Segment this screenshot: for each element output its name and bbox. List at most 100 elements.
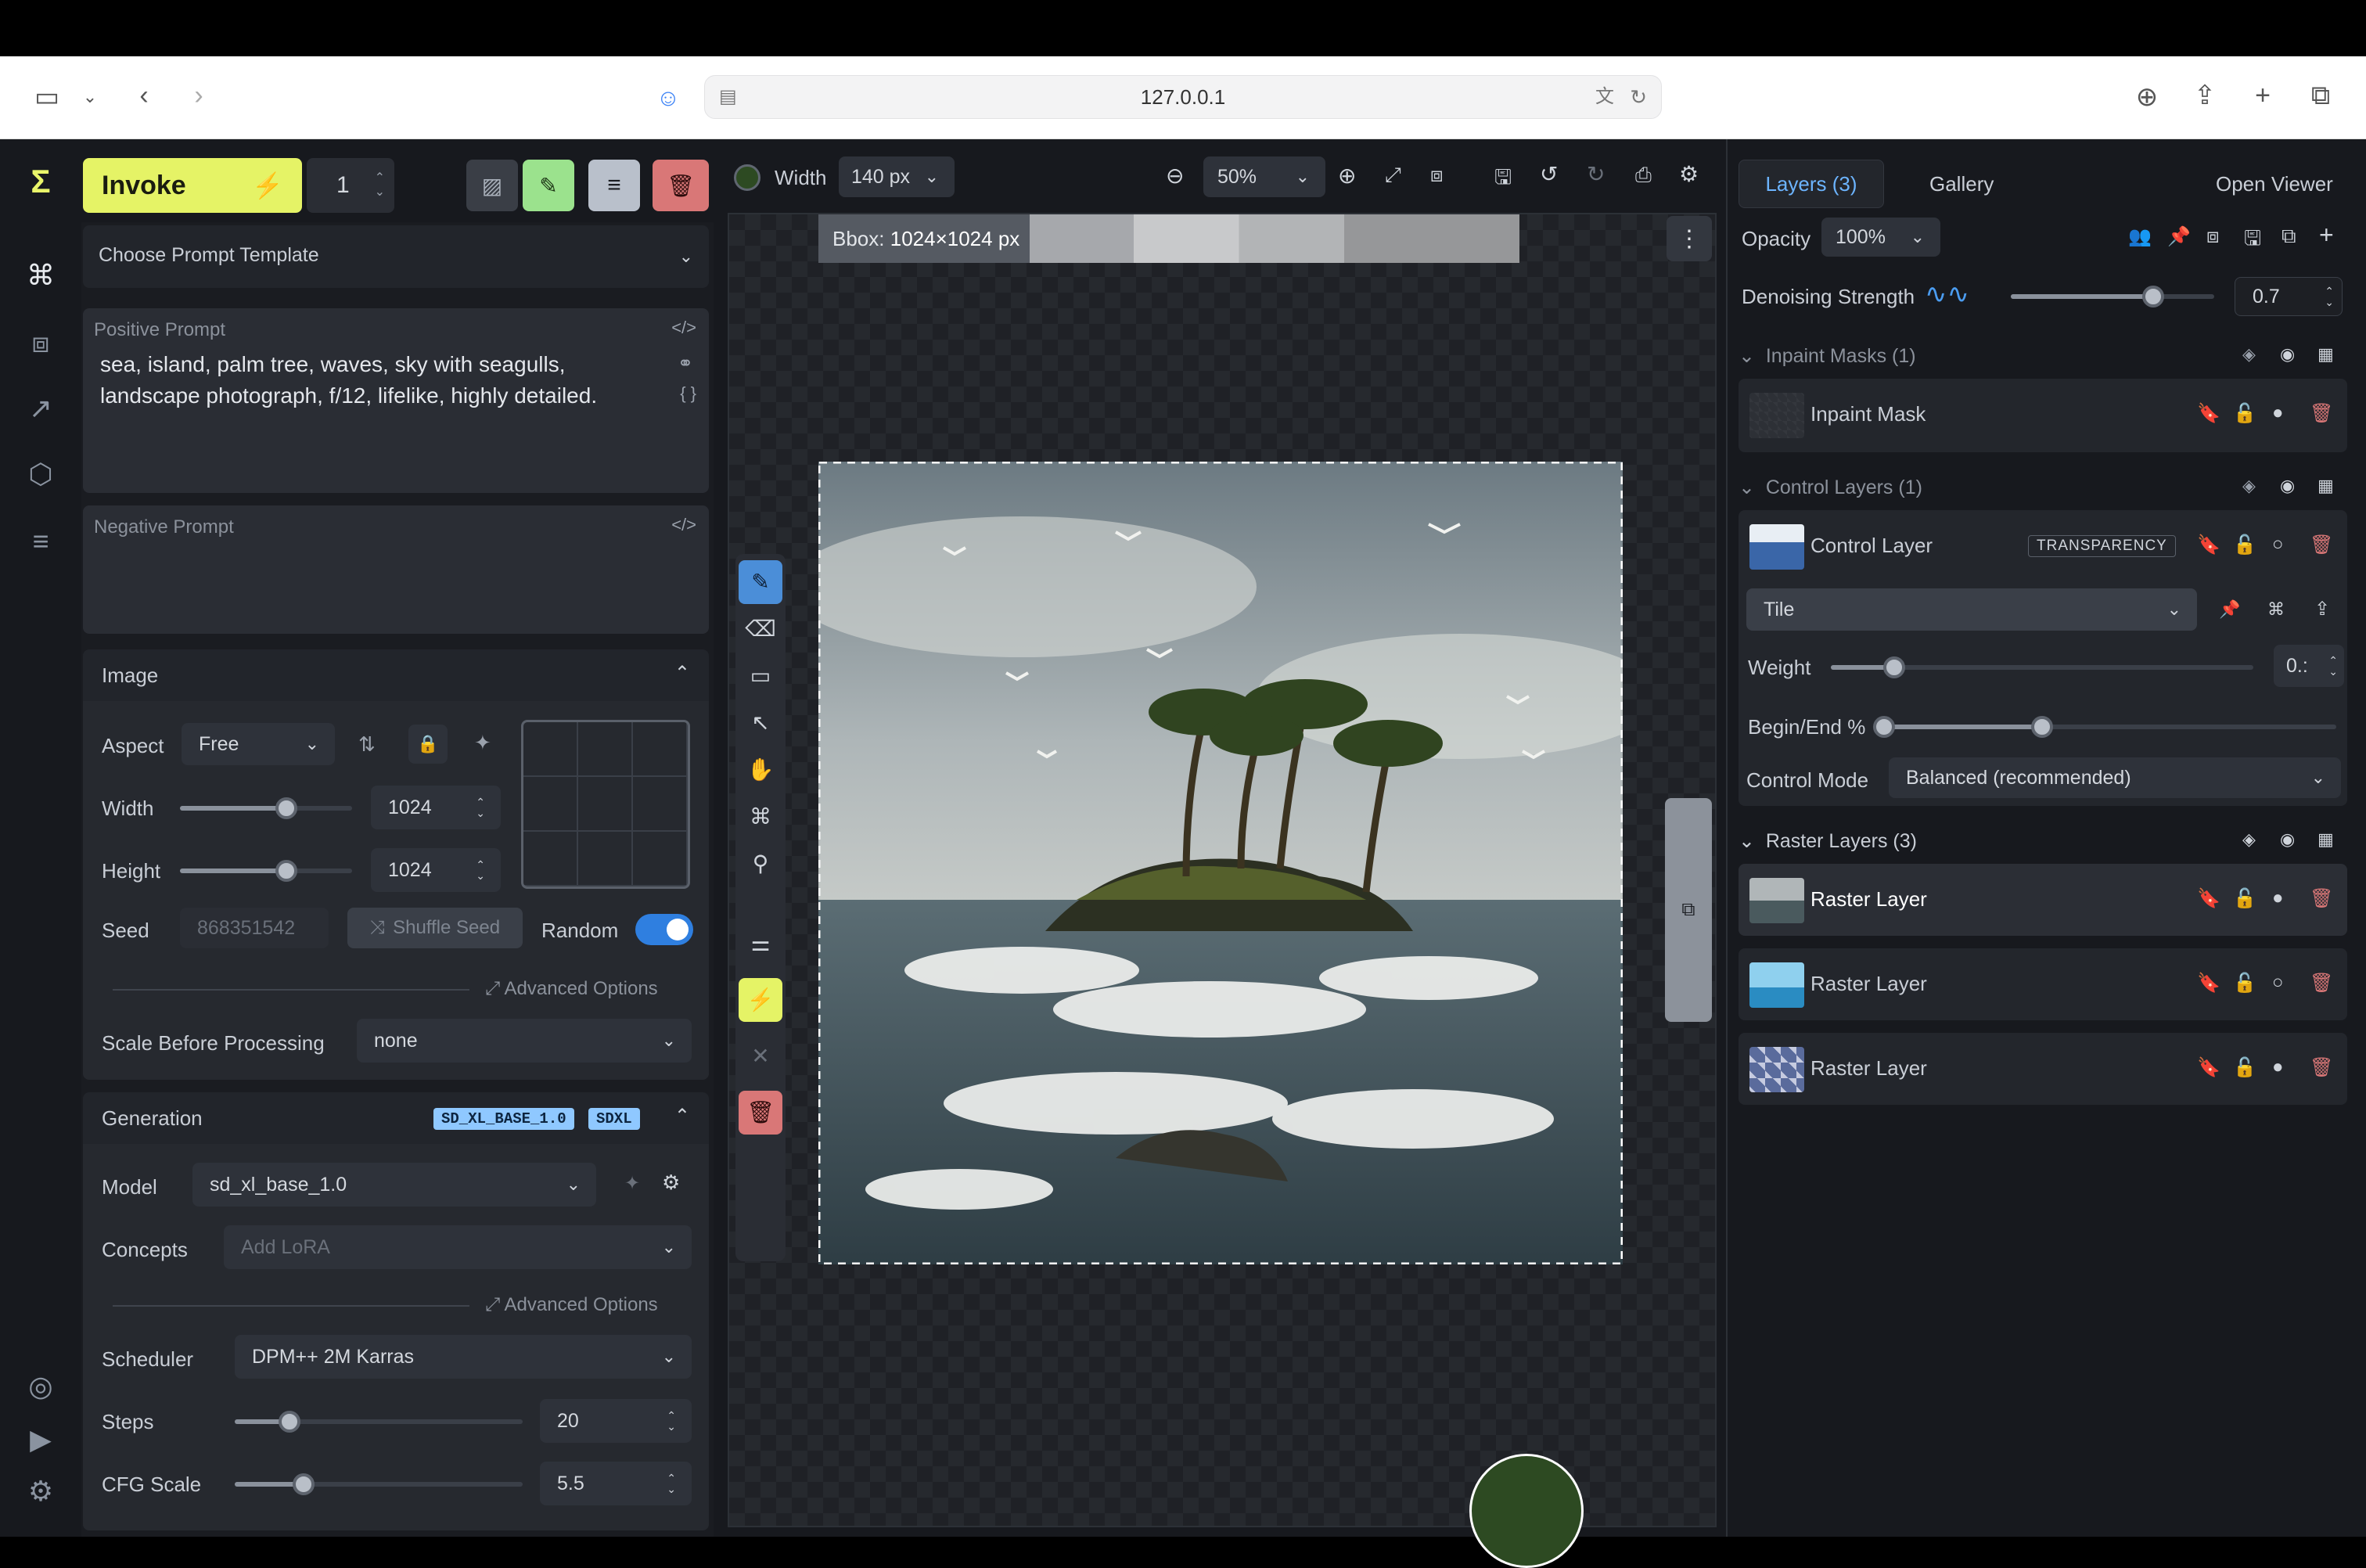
aspect-select[interactable]: Free ⌄ [182, 723, 335, 765]
bookmark-icon[interactable]: 🔖 [2197, 402, 2220, 425]
visibility-eye-icon[interactable]: ◉ [2280, 829, 2295, 850]
raster-group-header[interactable]: ⌄ Raster Layers (3) [1739, 829, 1917, 853]
generation-section-title[interactable]: Generation [102, 1106, 203, 1131]
raster-layer-3[interactable]: Raster Layer 🔖 🔓 ● 🗑 [1739, 1033, 2347, 1105]
bookmark-icon[interactable]: 🔖 [2197, 887, 2220, 910]
weight-slider[interactable] [1831, 656, 2253, 678]
queue-nav-icon[interactable]: ≡ [22, 523, 59, 560]
lock-icon[interactable]: 🔓 [2233, 887, 2256, 910]
group-menu-icon[interactable]: ▦ [2317, 829, 2334, 850]
visibility-eye-icon[interactable]: ◉ [2280, 476, 2295, 496]
stepper-arrows-icon[interactable]: ⌃ ⌄ [375, 171, 385, 200]
back-icon[interactable]: ‹ [128, 80, 160, 111]
rect-tool-icon[interactable]: ▭ [739, 654, 782, 698]
pin-icon[interactable]: 📌 [2219, 599, 2240, 620]
workflows-nav-icon[interactable]: ↗ [22, 390, 59, 427]
duplicate-icon[interactable]: ⧉ [2282, 224, 2296, 249]
bookmark-icon[interactable]: 🔖 [2197, 972, 2220, 994]
hand-tool-icon[interactable]: ✋ [739, 748, 782, 792]
bookmark-icon[interactable]: 🔖 [2197, 534, 2220, 556]
delete-layer-icon[interactable]: 🗑 [2310, 534, 2333, 556]
control-layer-card[interactable]: Control Layer TRANSPARENCY 🔖 🔓 ○ 🗑 Tile ⌄… [1739, 510, 2347, 806]
advanced-options-toggle[interactable]: ⤢ Advanced Options [485, 1294, 658, 1316]
download-icon[interactable]: ⊕ [2130, 81, 2164, 113]
sparkle-icon[interactable]: ✦ [474, 731, 491, 755]
add-layer-icon[interactable]: + [2319, 221, 2334, 250]
denoise-slider[interactable] [2011, 286, 2214, 307]
tab-gallery[interactable]: Gallery [1929, 172, 1994, 196]
layers-stack-icon[interactable]: ◈ [2242, 476, 2256, 496]
upscale-nav-icon[interactable]: ⧈ [22, 324, 59, 361]
brush-color-swatch[interactable] [734, 164, 760, 191]
forward-icon[interactable]: › [183, 80, 214, 111]
cfg-input[interactable]: 5.5 ⌃ ⌄ [540, 1462, 692, 1505]
invoke-logo-icon[interactable]: Σ [22, 163, 59, 200]
clear-button[interactable]: 🗑 [653, 160, 709, 211]
canvas-settings-gear-icon[interactable]: ⚙ [1679, 161, 1699, 187]
canvas-menu-button[interactable]: ⋮ [1667, 216, 1712, 261]
prompt-template-select[interactable]: Choose Prompt Template ⌄ [83, 225, 709, 288]
lock-icon[interactable]: 🔓 [2233, 1056, 2256, 1079]
chevron-up-icon[interactable]: ⌃ [674, 1105, 690, 1127]
lock-aspect-button[interactable]: 🔒 [408, 725, 448, 764]
layers-stack-icon[interactable]: ◈ [2242, 829, 2256, 850]
frame-icon[interactable]: ⧈ [2206, 224, 2220, 249]
delete-layer-icon[interactable]: 🗑 [2310, 972, 2333, 994]
disabled-circle-icon[interactable]: ○ [2272, 972, 2284, 994]
swap-dimensions-icon[interactable]: ⇅ [358, 732, 376, 757]
translate-icon[interactable]: 文 [1595, 76, 1614, 118]
width-slider[interactable] [180, 797, 352, 819]
save-icon[interactable]: 🖫 [1494, 163, 1512, 197]
control-model-select[interactable]: Tile ⌄ [1746, 588, 2197, 631]
generate-lightning-icon[interactable]: ⚡ [739, 978, 782, 1022]
delete-layer-icon[interactable]: 🗑 [2310, 887, 2333, 910]
height-input[interactable]: 1024 ⌃ ⌄ [371, 848, 501, 892]
scale-before-select[interactable]: none ⌄ [357, 1019, 692, 1063]
upload-icon[interactable]: ⇪ [2314, 598, 2330, 620]
lock-icon[interactable]: 🔓 [2233, 534, 2256, 556]
filters-icon[interactable]: ⚌ [739, 922, 782, 966]
canvas-area[interactable]: Bbox: 1024×1024 px ⋮ ⧉ [728, 213, 1717, 1568]
braces-icon[interactable]: { } [680, 383, 696, 404]
zoom-out-icon[interactable]: ⊖ [1166, 163, 1184, 189]
image-view-button[interactable]: ▨ [466, 160, 518, 211]
redo-icon[interactable]: ↻ [1587, 161, 1605, 187]
model-settings-gear-icon[interactable]: ⚙ [662, 1171, 680, 1195]
steps-input[interactable]: 20 ⌃ ⌄ [540, 1399, 692, 1443]
opacity-select[interactable]: 100% ⌄ [1821, 218, 1940, 257]
positive-prompt-box[interactable]: Positive Prompt sea, island, palm tree, … [83, 308, 709, 493]
cancel-x-icon[interactable]: ✕ [739, 1034, 782, 1078]
lock-icon[interactable]: 🔓 [2233, 972, 2256, 994]
code-icon[interactable]: </> [671, 515, 696, 535]
raster-layer-2[interactable]: Raster Layer 🔖 🔓 ○ 🗑 [1739, 948, 2347, 1020]
model-select[interactable]: sd_xl_base_1.0 ⌄ [192, 1163, 596, 1207]
scheduler-select[interactable]: DPM++ 2M Karras ⌄ [235, 1335, 692, 1379]
concepts-select[interactable]: Add LoRA ⌄ [224, 1225, 692, 1269]
menu-button[interactable]: ≡ [588, 160, 640, 211]
delete-layer-icon[interactable]: 🗑 [2310, 402, 2333, 425]
link-icon[interactable]: ⚭ [678, 352, 693, 375]
delete-layer-icon[interactable]: 🗑 [2310, 1056, 2333, 1079]
delete-icon[interactable]: 🗑 [739, 1091, 782, 1135]
bookmark-icon[interactable]: 🔖 [2197, 1056, 2220, 1079]
negative-prompt-box[interactable]: Negative Prompt </> [83, 505, 709, 634]
canvas-nav-icon[interactable]: ⌘ [22, 257, 59, 294]
video-icon[interactable]: ▶ [22, 1421, 59, 1458]
advanced-options-toggle[interactable]: ⤢ Advanced Options [485, 978, 658, 1000]
save-layer-icon[interactable]: 🖫 [2244, 224, 2261, 258]
weight-input[interactable]: 0.: ⌃ ⌄ [2274, 645, 2344, 687]
invoke-count-stepper[interactable]: 1 ⌃ ⌄ [307, 158, 394, 213]
denoise-input[interactable]: 0.7 ⌃ ⌄ [2235, 277, 2343, 316]
tabs-overview-icon[interactable]: ⧉ [2303, 80, 2338, 111]
group-menu-icon[interactable]: ▦ [2317, 476, 2334, 496]
extension-ghost-icon[interactable]: ☺ [653, 83, 684, 114]
reload-icon[interactable]: ↻ [1630, 76, 1647, 118]
random-toggle[interactable] [635, 914, 693, 945]
generated-image[interactable] [818, 462, 1623, 1264]
eraser-tool-icon[interactable]: ⌫ [739, 607, 782, 651]
code-icon[interactable]: </> [671, 318, 696, 338]
bbox-tool-icon[interactable]: ⌘ [739, 795, 782, 839]
lightbulb-icon[interactable]: ◎ [22, 1368, 59, 1405]
move-tool-icon[interactable]: ↖ [739, 701, 782, 745]
transparency-badge[interactable]: TRANSPARENCY [2028, 535, 2176, 557]
